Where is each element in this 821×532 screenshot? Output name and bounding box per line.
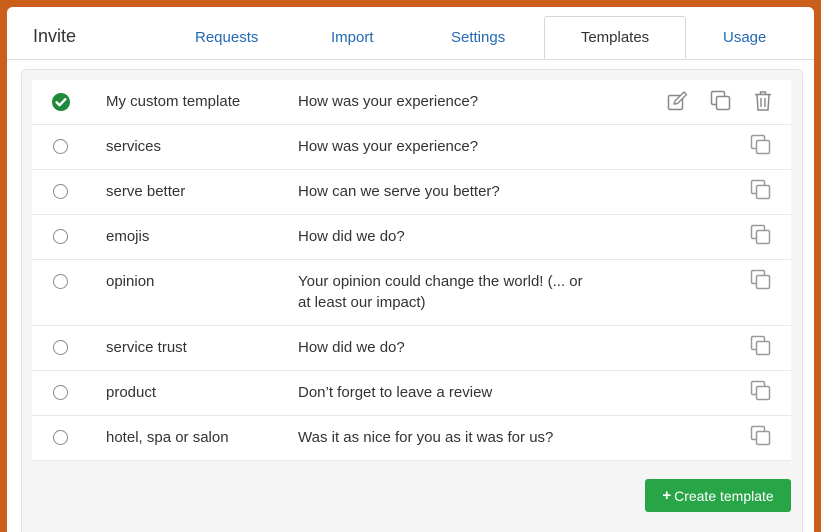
page-title: Invite (33, 26, 77, 46)
copy-icon[interactable] (750, 269, 772, 291)
template-row[interactable]: product Don’t forget to leave a review (32, 371, 791, 416)
template-question: How can we serve you better? (298, 183, 500, 200)
template-name: services (106, 138, 162, 155)
copy-icon[interactable] (750, 425, 772, 447)
header: Invite Requests Import Settings Template… (7, 7, 814, 60)
create-template-label: Create template (674, 487, 774, 504)
template-row[interactable]: emojis How did we do? (32, 215, 791, 260)
template-radio[interactable] (53, 430, 68, 445)
template-question: How was your experience? (298, 138, 479, 155)
template-name: service trust (106, 339, 187, 356)
app-window: Invite Requests Import Settings Template… (7, 7, 814, 532)
template-row[interactable]: opinion Your opinion could change the wo… (32, 260, 791, 326)
tab-usage[interactable]: Usage (723, 29, 766, 46)
copy-icon[interactable] (750, 380, 772, 402)
copy-icon[interactable] (710, 90, 732, 112)
template-radio[interactable] (53, 184, 68, 199)
template-name: serve better (106, 183, 186, 200)
check-circle-icon[interactable] (52, 93, 70, 111)
template-question: Your opinion could change the world! (..… (298, 273, 583, 311)
template-row[interactable]: service trust How did we do? (32, 326, 791, 371)
copy-icon[interactable] (750, 224, 772, 246)
template-row[interactable]: services How was your experience? (32, 125, 791, 170)
edit-icon[interactable] (667, 91, 689, 111)
templates-panel: My custom template How was your experien… (21, 69, 803, 532)
template-row[interactable]: My custom template How was your experien… (32, 80, 791, 125)
template-question: Was it as nice for you as it was for us? (298, 429, 554, 446)
tab-import[interactable]: Import (331, 29, 374, 46)
tab-requests[interactable]: Requests (195, 29, 258, 46)
template-radio[interactable] (53, 340, 68, 355)
template-question: Don’t forget to leave a review (298, 384, 493, 401)
template-row[interactable]: hotel, spa or salon Was it as nice for y… (32, 416, 791, 461)
plus-icon: + (662, 487, 672, 504)
template-question: How was your experience? (298, 93, 479, 110)
create-template-button[interactable]: + Create template (645, 479, 791, 512)
template-name: My custom template (106, 93, 241, 110)
tab-templates[interactable]: Templates (544, 16, 686, 59)
template-radio[interactable] (53, 385, 68, 400)
copy-icon[interactable] (750, 335, 772, 357)
copy-icon[interactable] (750, 134, 772, 156)
trash-icon[interactable] (754, 90, 772, 112)
template-question: How did we do? (298, 228, 405, 245)
template-name: emojis (106, 228, 150, 245)
template-name: opinion (106, 273, 155, 290)
template-row[interactable]: serve better How can we serve you better… (32, 170, 791, 215)
template-radio[interactable] (53, 274, 68, 289)
tab-settings[interactable]: Settings (451, 29, 505, 46)
copy-icon[interactable] (750, 179, 772, 201)
template-name: product (106, 384, 157, 401)
template-radio[interactable] (53, 229, 68, 244)
template-question: How did we do? (298, 339, 405, 356)
template-name: hotel, spa or salon (106, 429, 229, 446)
template-radio[interactable] (53, 139, 68, 154)
